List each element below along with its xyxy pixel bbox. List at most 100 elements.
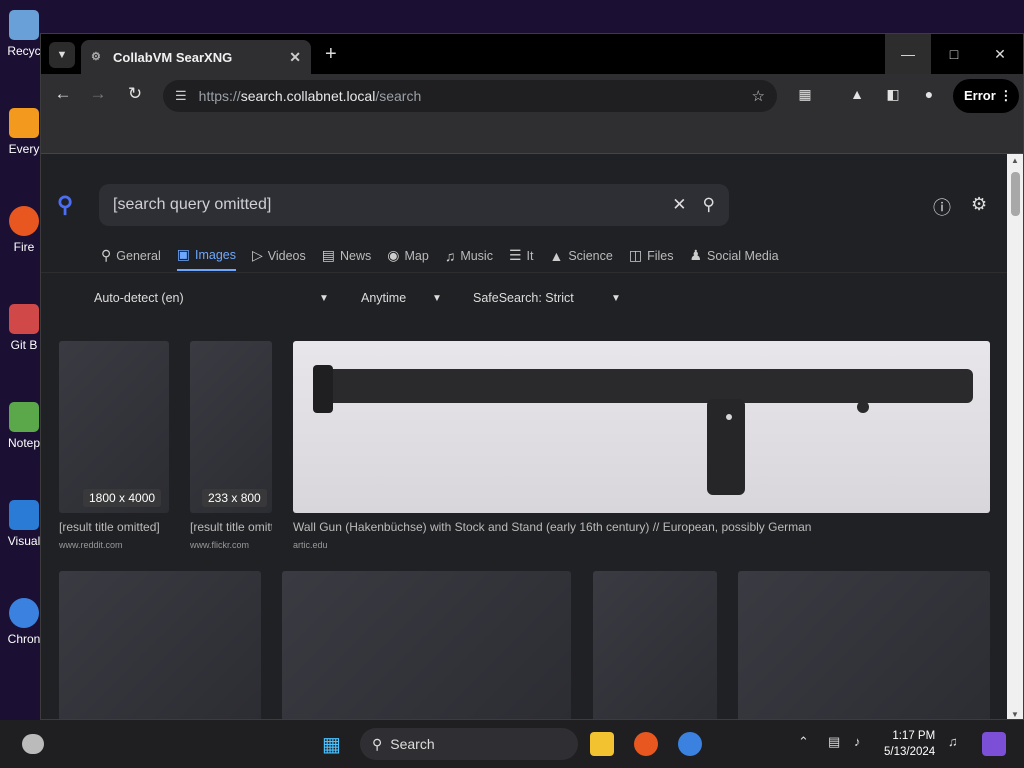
scroll-up-icon[interactable]: ▲ bbox=[1011, 156, 1019, 165]
close-window-button[interactable]: ✕ bbox=[977, 34, 1023, 74]
taskbar: ▦ ⚲ Search ⌃ ▤ ♪ 1:17 PM 5/13/2024 ♫ bbox=[0, 720, 1024, 768]
desktop-icons: Recyc Every Fire Git B Notep Visual Chro… bbox=[0, 0, 44, 720]
desktop-icon-label: Git B bbox=[10, 338, 38, 352]
tab-music[interactable]: ♫ Music bbox=[445, 246, 493, 271]
tab-files[interactable]: ◫ Files bbox=[629, 246, 674, 271]
people-icon: ♟ bbox=[689, 247, 703, 263]
image-result[interactable]: 1800 x 4000 bbox=[59, 341, 169, 513]
forward-button[interactable]: → bbox=[86, 84, 110, 104]
bookmark-star-icon[interactable]: ☆ bbox=[752, 87, 765, 105]
time-range-select[interactable]: Anytime ▼ bbox=[361, 291, 447, 305]
new-tab-button[interactable]: + bbox=[325, 42, 337, 66]
reload-button[interactable]: ↻ bbox=[123, 84, 147, 104]
image-result[interactable] bbox=[738, 571, 990, 719]
image-result[interactable] bbox=[59, 571, 261, 719]
desktop-icon-chrome[interactable]: Chron bbox=[4, 598, 44, 646]
tab-general[interactable]: ⚲ General bbox=[101, 246, 161, 271]
search-app-icon bbox=[9, 108, 39, 138]
tab-map[interactable]: ◉ Map bbox=[387, 246, 429, 271]
extensions-icon[interactable]: ▦ bbox=[795, 86, 815, 103]
tab-it[interactable]: ☰ It bbox=[509, 246, 534, 271]
tab-search-button[interactable]: ▼ bbox=[49, 42, 75, 68]
volume-muted-icon[interactable]: ♪ bbox=[854, 734, 861, 749]
searxng-logo-icon[interactable]: ⚲ bbox=[57, 192, 73, 218]
chrome-icon bbox=[9, 598, 39, 628]
desktop-icon-label: Fire bbox=[13, 240, 35, 254]
site-info-icon[interactable]: ☰ bbox=[175, 88, 187, 104]
desktop-icon-vscode[interactable]: Visual bbox=[4, 500, 44, 548]
desktop-icon-everything[interactable]: Every bbox=[4, 108, 44, 156]
address-url: https://search.collabnet.local/search bbox=[199, 88, 752, 104]
side-panel-icon[interactable]: ◧ bbox=[883, 86, 903, 103]
taskbar-search-label: Search bbox=[390, 736, 435, 752]
chevron-down-icon: ▼ bbox=[611, 293, 621, 304]
tab-news[interactable]: ▤ News bbox=[322, 246, 372, 271]
recycle-bin-icon bbox=[9, 10, 39, 40]
music-icon: ♫ bbox=[444, 247, 456, 264]
desktop-icon-label: Every bbox=[8, 142, 40, 156]
language-select[interactable]: Auto-detect (en) ▼ bbox=[94, 291, 334, 305]
page-scrollbar[interactable]: ▲ ▼ bbox=[1007, 154, 1023, 719]
news-icon: ▤ bbox=[321, 247, 335, 263]
vscode-icon bbox=[9, 500, 39, 530]
tab-social-media[interactable]: ♟ Social Media bbox=[689, 246, 778, 271]
tray-chevron-icon[interactable]: ⌃ bbox=[798, 734, 809, 750]
tab-label: Videos bbox=[267, 248, 306, 263]
tab-label: Map bbox=[404, 248, 429, 263]
tab-label: Files bbox=[647, 248, 674, 263]
image-result[interactable]: 233 x 800 bbox=[190, 341, 272, 513]
layers-icon: ☰ bbox=[508, 247, 522, 263]
labs-icon[interactable]: ▲ bbox=[847, 86, 867, 102]
profile-icon[interactable]: ● bbox=[919, 86, 939, 102]
safesearch-select[interactable]: SafeSearch: Strict ▼ bbox=[473, 291, 633, 305]
tab-science[interactable]: ▲ Science bbox=[549, 246, 612, 271]
desktop-icon-git[interactable]: Git B bbox=[4, 304, 44, 352]
tab-label: Social Media bbox=[707, 248, 779, 263]
browser-window: ▼ ⚙ CollabVM SearXNG ✕ + — □ ✕ ← → ↻ ☰ h… bbox=[40, 33, 1024, 720]
weather-widget-icon[interactable] bbox=[22, 734, 44, 754]
chrome-icon[interactable] bbox=[678, 732, 702, 756]
image-result[interactable] bbox=[293, 341, 990, 513]
start-button[interactable]: ▦ bbox=[322, 732, 341, 757]
tab-label: News bbox=[340, 248, 372, 263]
graduation-cap-icon: ▲ bbox=[549, 247, 564, 264]
settings-gear-icon[interactable]: ⚙ bbox=[971, 194, 987, 215]
language-select-value: Auto-detect (en) bbox=[94, 291, 184, 305]
desktop-icon-notepad[interactable]: Notep bbox=[4, 402, 44, 450]
tab-label: Images bbox=[194, 247, 236, 262]
back-button[interactable]: ← bbox=[51, 84, 75, 104]
info-icon[interactable]: ⓘ bbox=[933, 194, 951, 220]
file-explorer-icon[interactable] bbox=[590, 732, 614, 756]
result-title[interactable]: [result title omitted] bbox=[59, 520, 171, 534]
bookmarks-bar bbox=[41, 118, 1023, 154]
scroll-down-icon[interactable]: ▼ bbox=[1011, 710, 1019, 719]
network-icon[interactable]: ▤ bbox=[828, 734, 840, 750]
tab-label: It bbox=[526, 248, 534, 263]
desktop-icon-label: Notep bbox=[7, 436, 41, 450]
firefox-icon[interactable] bbox=[634, 732, 658, 756]
address-bar[interactable]: ☰ https://search.collabnet.local/search … bbox=[163, 80, 777, 112]
image-result[interactable] bbox=[282, 571, 571, 719]
result-title[interactable]: [result title omitted] bbox=[190, 520, 272, 534]
clock[interactable]: 1:17 PM 5/13/2024 bbox=[884, 728, 935, 760]
search-filters: Auto-detect (en) ▼ Anytime ▼ SafeSearch: S… bbox=[41, 272, 1007, 326]
clear-search-icon[interactable]: ✕ bbox=[672, 195, 686, 215]
result-title[interactable]: Wall Gun (Hakenbüchse) with Stock and St… bbox=[293, 520, 990, 534]
profile-error-button[interactable]: Error ⋮ bbox=[953, 79, 1019, 113]
scrollbar-thumb[interactable] bbox=[1011, 172, 1020, 216]
image-result[interactable] bbox=[593, 571, 717, 719]
desktop-icon-firefox[interactable]: Fire bbox=[4, 206, 44, 254]
minimize-button[interactable]: — bbox=[885, 34, 931, 74]
tab-close-icon[interactable]: ✕ bbox=[289, 49, 301, 66]
search-input[interactable]: [search query omitted] ✕ ⚲ bbox=[99, 184, 729, 226]
maximize-button[interactable]: □ bbox=[931, 34, 977, 74]
tab-videos[interactable]: ▷ Videos bbox=[252, 246, 306, 271]
copilot-icon[interactable] bbox=[982, 732, 1006, 756]
tab-active[interactable]: ⚙ CollabVM SearXNG ✕ bbox=[81, 40, 311, 74]
notification-bell-icon[interactable]: ♫ bbox=[948, 734, 958, 749]
search-submit-icon[interactable]: ⚲ bbox=[703, 195, 715, 215]
taskbar-search[interactable]: ⚲ Search bbox=[360, 728, 578, 760]
desktop-icon-label: Chron bbox=[7, 632, 41, 646]
desktop-icon-recycle[interactable]: Recyc bbox=[4, 10, 44, 58]
tab-images[interactable]: ▣ Images bbox=[176, 246, 236, 271]
